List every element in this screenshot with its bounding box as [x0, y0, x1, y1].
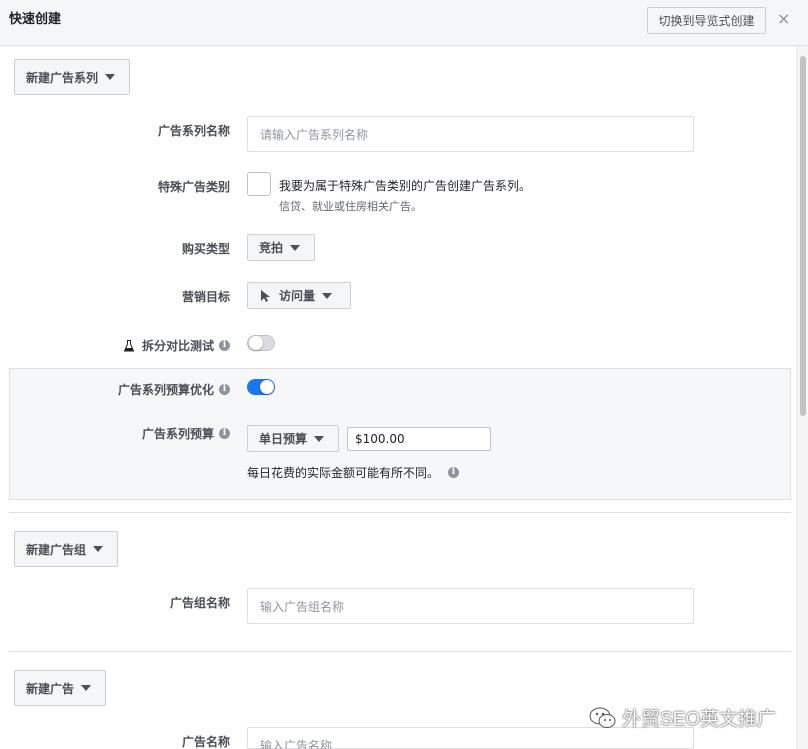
caret-down-icon — [105, 74, 116, 80]
cbo-label-row: 广告系列预算优化 i — [118, 381, 230, 398]
special-category-checkbox[interactable] — [247, 172, 271, 196]
split-test-label-row: 拆分对比测试 i — [123, 337, 230, 354]
toggle-knob — [249, 336, 263, 350]
section-divider — [9, 651, 791, 652]
new-adset-dropdown[interactable]: 新建广告组 — [14, 531, 118, 567]
wechat-logo-icon — [589, 707, 616, 728]
budget-amount-input[interactable]: $100.00 — [347, 427, 491, 451]
flask-icon — [123, 339, 134, 351]
info-icon[interactable]: i — [219, 428, 230, 439]
section-divider — [9, 512, 791, 513]
new-campaign-label: 新建广告系列 — [26, 70, 99, 85]
caret-down-icon — [93, 546, 104, 552]
caret-down-icon — [81, 685, 92, 691]
new-ad-dropdown[interactable]: 新建广告 — [14, 670, 106, 706]
new-campaign-dropdown[interactable]: 新建广告系列 — [14, 59, 130, 95]
objective-value: 访问量 — [279, 289, 316, 303]
dialog-title: 快速创建 — [9, 12, 62, 27]
new-adset-label: 新建广告组 — [26, 542, 87, 557]
info-icon[interactable]: i — [219, 340, 230, 351]
dialog-header: 快速创建 切换到导览式创建 × — [0, 0, 808, 46]
info-icon[interactable]: i — [448, 467, 460, 478]
scrollbar-thumb[interactable] — [800, 56, 806, 416]
adset-name-input[interactable]: 输入广告组名称 — [247, 588, 694, 624]
caret-down-icon — [322, 292, 333, 299]
budget-label: 广告系列预算 — [141, 427, 214, 441]
watermark-text: 外贸SEO英文推广 — [622, 709, 777, 730]
split-test-label: 拆分对比测试 — [141, 339, 214, 353]
buying-type-dropdown[interactable]: 竞拍 — [247, 234, 315, 261]
caret-down-icon — [290, 244, 301, 251]
special-category-subtext: 信贷、就业或住房相关广告。 — [279, 200, 422, 213]
buying-type-value: 竞拍 — [259, 241, 284, 255]
cbo-toggle[interactable] — [247, 379, 275, 395]
info-icon[interactable]: i — [219, 384, 230, 395]
cbo-label: 广告系列预算优化 — [117, 383, 214, 397]
buying-type-label: 购买类型 — [181, 242, 230, 256]
special-category-label: 特殊广告类别 — [157, 180, 230, 194]
close-icon[interactable]: × — [777, 10, 790, 28]
new-ad-label: 新建广告 — [26, 681, 75, 696]
watermark: 外贸SEO英文推广 — [588, 704, 776, 731]
toggle-knob — [260, 380, 274, 394]
budget-label-row: 广告系列预算 i — [142, 425, 230, 442]
budget-type-dropdown[interactable]: 单日预算 — [247, 425, 339, 452]
scrollbar[interactable] — [796, 46, 808, 749]
adset-name-label: 广告组名称 — [169, 596, 230, 610]
ad-name-label: 广告名称 — [181, 735, 230, 749]
split-test-toggle[interactable] — [247, 335, 275, 351]
budget-type-value: 单日预算 — [259, 432, 308, 446]
objective-label: 营销目标 — [181, 290, 230, 304]
caret-down-icon — [314, 435, 325, 442]
campaign-name-label: 广告系列名称 — [157, 124, 230, 138]
budget-note: 每日花费的实际金额可能有所不同。 — [247, 466, 440, 480]
switch-to-guided-button[interactable]: 切换到导览式创建 — [647, 7, 766, 34]
budget-note-row: 每日花费的实际金额可能有所不同。 i — [247, 464, 460, 481]
objective-dropdown[interactable]: 访问量 — [247, 282, 351, 309]
special-category-text: 我要为属于特殊广告类别的广告创建广告系列。 — [279, 179, 532, 193]
campaign-name-input[interactable]: 请输入广告系列名称 — [247, 116, 694, 152]
cursor-icon — [261, 289, 270, 302]
